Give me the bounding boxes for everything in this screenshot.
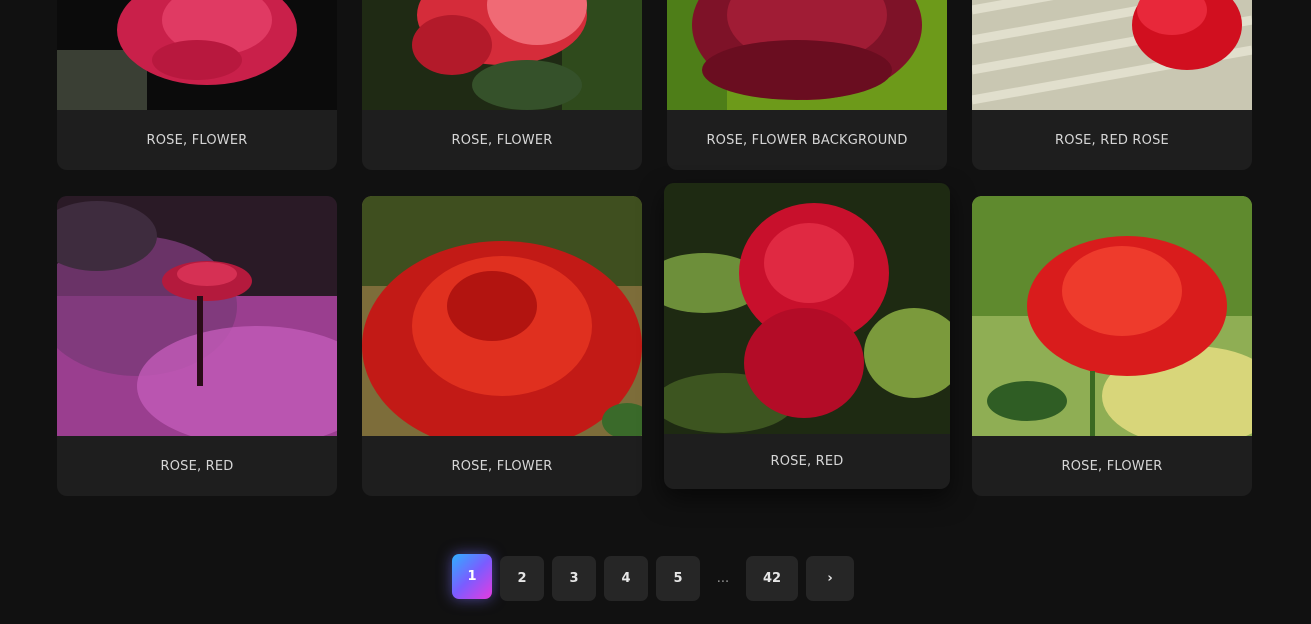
card-caption: ROSE, FLOWER BACKGROUND [706, 132, 908, 148]
page-button[interactable]: 4 [604, 556, 648, 601]
pagination-ellipsis: ... [716, 571, 730, 586]
card-caption: ROSE, FLOWER [1061, 458, 1163, 474]
rose-photo[interactable] [362, 0, 642, 110]
rose-photo[interactable] [362, 196, 642, 436]
pagination: 1 2 3 4 5 ... 42 › [452, 554, 854, 601]
gallery-card[interactable]: ROSE, RED [57, 196, 337, 496]
page-button[interactable]: 3 [552, 556, 596, 601]
page-button[interactable]: 2 [500, 556, 544, 601]
rose-photo[interactable] [57, 0, 337, 110]
gallery-card[interactable]: ROSE, FLOWER BACKGROUND [667, 0, 947, 170]
gallery-card[interactable]: ROSE, RED [664, 183, 950, 489]
rose-photo[interactable] [664, 183, 950, 434]
rose-photo[interactable] [972, 0, 1252, 110]
chevron-right-icon: › [827, 571, 833, 586]
card-caption: ROSE, FLOWER [451, 132, 553, 148]
card-caption: ROSE, FLOWER [146, 132, 248, 148]
gallery-card[interactable]: ROSE, FLOWER [362, 196, 642, 496]
page-button-last[interactable]: 42 [746, 556, 798, 601]
card-caption: ROSE, RED [770, 454, 844, 469]
gallery-card[interactable]: ROSE, FLOWER [972, 196, 1252, 496]
page-button[interactable]: 5 [656, 556, 700, 601]
card-caption: ROSE, FLOWER [451, 458, 553, 474]
next-page-button[interactable]: › [806, 556, 854, 601]
rose-photo[interactable] [667, 0, 947, 110]
card-caption: ROSE, RED [160, 458, 234, 474]
card-caption: ROSE, RED ROSE [1055, 132, 1169, 148]
rose-photo[interactable] [972, 196, 1252, 436]
rose-photo[interactable] [57, 196, 337, 436]
page-button-current[interactable]: 1 [452, 554, 492, 599]
image-gallery: ROSE, FLOWER ROSE, FLOWER ROSE, FLOWER B… [0, 0, 1311, 540]
gallery-card[interactable]: ROSE, FLOWER [362, 0, 642, 170]
gallery-card[interactable]: ROSE, FLOWER [57, 0, 337, 170]
gallery-card[interactable]: ROSE, RED ROSE [972, 0, 1252, 170]
